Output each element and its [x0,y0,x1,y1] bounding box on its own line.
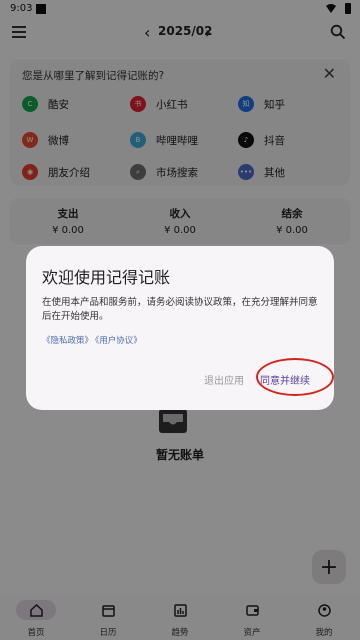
welcome-dialog: 欢迎使用记得记账 在使用本产品和服务前，请务必阅读协议政策，在充分理解并同意后在… [26,246,334,410]
dialog-links: 《隐私政策》 《用户协议》 [42,334,144,346]
exit-app-button[interactable]: 退出应用 [204,372,244,387]
privacy-policy-link[interactable]: 《隐私政策》 [42,336,93,346]
highlight-annotation [256,358,334,396]
dialog-title: 欢迎使用记得记账 [42,268,171,287]
dialog-body: 在使用本产品和服务前，请务必阅读协议政策，在充分理解并同意后在开始使用。 [42,297,318,322]
user-agreement-link[interactable]: 《用户协议》 [95,336,142,346]
